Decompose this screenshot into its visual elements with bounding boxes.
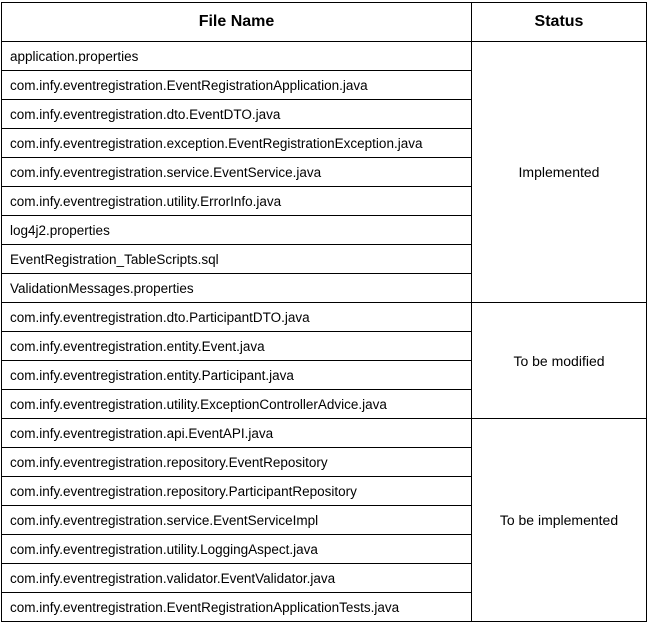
- file-name-cell: com.infy.eventregistration.EventRegistra…: [1, 70, 472, 100]
- file-name-cell: com.infy.eventregistration.repository.Ev…: [1, 447, 472, 477]
- file-status-table-container: File Name Status application.properties …: [1, 2, 647, 622]
- status-cell-to-be-modified: To be modified: [471, 302, 647, 419]
- table-row: com.infy.eventregistration.api.EventAPI.…: [1, 418, 647, 622]
- file-name-cell: com.infy.eventregistration.service.Event…: [1, 505, 472, 535]
- status-header: Status: [471, 2, 647, 42]
- table-row: com.infy.eventregistration.dto.Participa…: [1, 302, 647, 419]
- file-name-cell: ValidationMessages.properties: [1, 273, 472, 303]
- file-name-cell: com.infy.eventregistration.repository.Pa…: [1, 476, 472, 506]
- file-name-cell: com.infy.eventregistration.utility.Loggi…: [1, 534, 472, 564]
- file-name-cell: application.properties: [1, 41, 472, 71]
- file-name-cell: com.infy.eventregistration.dto.Participa…: [1, 302, 472, 332]
- file-status-table: File Name Status application.properties …: [1, 2, 647, 622]
- file-name-cell: com.infy.eventregistration.entity.Event.…: [1, 331, 472, 361]
- file-name-cell: com.infy.eventregistration.exception.Eve…: [1, 128, 472, 158]
- file-name-cell: com.infy.eventregistration.EventRegistra…: [1, 592, 472, 622]
- file-name-cell: com.infy.eventregistration.service.Event…: [1, 157, 472, 187]
- table-row: application.properties Implemented: [1, 41, 647, 303]
- file-name-cell: com.infy.eventregistration.validator.Eve…: [1, 563, 472, 593]
- status-cell-to-be-implemented: To be implemented: [471, 418, 647, 622]
- file-name-header: File Name: [1, 2, 472, 42]
- file-name-cell: com.infy.eventregistration.utility.Error…: [1, 186, 472, 216]
- file-name-cell: com.infy.eventregistration.entity.Partic…: [1, 360, 472, 390]
- file-name-cell: log4j2.properties: [1, 215, 472, 245]
- file-name-cell: com.infy.eventregistration.api.EventAPI.…: [1, 418, 472, 448]
- file-name-cell: com.infy.eventregistration.utility.Excep…: [1, 389, 472, 419]
- file-name-cell: com.infy.eventregistration.dto.EventDTO.…: [1, 99, 472, 129]
- file-name-cell: EventRegistration_TableScripts.sql: [1, 244, 472, 274]
- header-row: File Name Status: [1, 2, 647, 42]
- status-cell-implemented: Implemented: [471, 41, 647, 303]
